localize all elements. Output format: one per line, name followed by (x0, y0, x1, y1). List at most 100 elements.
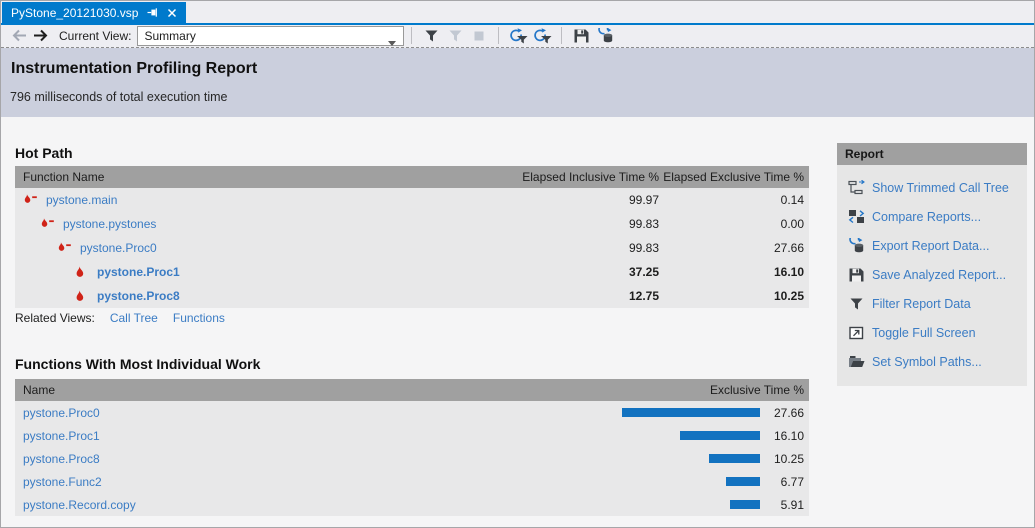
flame-branch-icon (40, 218, 55, 230)
hot-path-table: Function Name Elapsed Inclusive Time % E… (15, 166, 809, 308)
hot-path-row: pystone.Proc8 12.75 10.25 (15, 284, 809, 308)
functions-work-row: pystone.Proc8 10.25 (15, 447, 809, 470)
hot-path-row: pystone.Proc1 37.25 16.10 (15, 260, 809, 284)
document-tab-strip: PyStone_20121030.vsp (1, 1, 1034, 23)
report-panel: Report Show Trimmed Call Tree Compare Re… (837, 143, 1027, 386)
flame-branch-icon (23, 194, 38, 206)
flame-icon (74, 290, 89, 303)
column-name[interactable]: Name (15, 383, 55, 397)
refresh-filter-button[interactable] (530, 26, 554, 46)
report-toolbar: Current View: Summary (1, 25, 1034, 48)
filter-button[interactable] (419, 26, 443, 46)
functions-work-row: pystone.Func2 6.77 (15, 470, 809, 493)
current-view-value: Summary (144, 29, 195, 43)
toolbar-separator (561, 27, 562, 44)
hot-path-row: pystone.Proc0 99.83 27.66 (15, 236, 809, 260)
exclusive-time-value: 27.66 (760, 406, 809, 420)
profiler-document-window: PyStone_20121030.vsp Current View: Summa… (0, 0, 1035, 528)
function-link[interactable]: pystone.pystones (63, 217, 156, 231)
exclusive-time-value: 10.25 (659, 289, 809, 303)
filter-icon (847, 298, 865, 310)
column-elapsed-exclusive[interactable]: Elapsed Exclusive Time % (659, 170, 809, 184)
function-link[interactable]: pystone.Func2 (23, 475, 102, 489)
function-link[interactable]: pystone.Proc0 (23, 406, 100, 420)
trimmed-call-tree-icon (847, 180, 865, 195)
report-panel-title: Report (837, 143, 1027, 165)
report-action-compare-reports[interactable]: Compare Reports... (837, 202, 1027, 231)
functions-work-row: pystone.Record.copy 5.91 (15, 493, 809, 516)
function-link[interactable]: pystone.Record.copy (23, 498, 136, 512)
exclusive-time-value: 10.25 (760, 452, 809, 466)
export-data-button[interactable] (593, 26, 617, 46)
exclusive-time-bar (709, 454, 760, 463)
inclusive-time-value: 99.97 (499, 193, 659, 207)
column-function-name[interactable]: Function Name (15, 170, 499, 184)
hot-path-row: pystone.main 99.97 0.14 (15, 188, 809, 212)
report-panel-items: Show Trimmed Call Tree Compare Reports..… (837, 165, 1027, 386)
report-action-filter-report-data[interactable]: Filter Report Data (837, 289, 1027, 318)
exclusive-time-bar (730, 500, 760, 509)
functions-work-rows: pystone.Proc0 27.66 pystone.Proc1 16.10 … (15, 401, 809, 516)
symbol-paths-icon (847, 355, 865, 369)
function-link[interactable]: pystone.main (46, 193, 117, 207)
exclusive-time-value: 6.77 (760, 475, 809, 489)
inclusive-time-value: 12.75 (499, 289, 659, 303)
inclusive-time-value: 99.83 (499, 241, 659, 255)
hot-path-rows: pystone.main 99.97 0.14 pystone.pystones… (15, 188, 809, 308)
chevron-down-icon (388, 35, 396, 49)
current-view-select[interactable]: Summary (137, 26, 404, 46)
function-link[interactable]: pystone.Proc1 (97, 265, 180, 279)
exclusive-time-bar (726, 477, 760, 486)
save-report-button[interactable] (569, 26, 593, 46)
functions-work-header-row: Name Exclusive Time % (15, 379, 809, 401)
related-view-call-tree-link[interactable]: Call Tree (110, 311, 158, 325)
functions-work-table: Name Exclusive Time % pystone.Proc0 27.6… (15, 379, 809, 516)
column-exclusive-time[interactable]: Exclusive Time % (710, 383, 809, 397)
hot-path-row: pystone.pystones 99.83 0.00 (15, 212, 809, 236)
export-data-icon (847, 238, 865, 254)
column-elapsed-inclusive[interactable]: Elapsed Inclusive Time % (499, 170, 659, 184)
report-title: Instrumentation Profiling Report (11, 60, 257, 78)
report-action-save-analyzed-report[interactable]: Save Analyzed Report... (837, 260, 1027, 289)
back-arrow-icon[interactable] (10, 28, 30, 44)
exclusive-time-value: 5.91 (760, 498, 809, 512)
report-banner: Instrumentation Profiling Report 796 mil… (1, 48, 1034, 117)
related-views: Related Views: Call Tree Functions (15, 311, 225, 325)
flame-icon (74, 266, 89, 279)
exclusive-time-value: 27.66 (659, 241, 809, 255)
report-action-show-trimmed-call-tree[interactable]: Show Trimmed Call Tree (837, 173, 1027, 202)
exclusive-time-bar (680, 431, 761, 440)
reapply-filter-button[interactable] (506, 26, 530, 46)
exclusive-time-value: 16.10 (659, 265, 809, 279)
function-link[interactable]: pystone.Proc8 (97, 289, 180, 303)
tab-title: PyStone_20121030.vsp (11, 6, 138, 20)
close-icon[interactable] (167, 8, 177, 18)
inclusive-time-value: 37.25 (499, 265, 659, 279)
related-view-functions-link[interactable]: Functions (173, 311, 225, 325)
filter-disabled-icon (443, 26, 467, 46)
document-tab[interactable]: PyStone_20121030.vsp (2, 2, 186, 23)
toolbar-separator (411, 27, 412, 44)
stop-disabled-icon (467, 26, 491, 46)
report-action-set-symbol-paths[interactable]: Set Symbol Paths... (837, 347, 1027, 376)
report-action-export-report-data[interactable]: Export Report Data... (837, 231, 1027, 260)
total-execution-time: 796 milliseconds of total execution time (10, 90, 227, 104)
function-link[interactable]: pystone.Proc0 (80, 241, 157, 255)
exclusive-time-value: 0.14 (659, 193, 809, 207)
pin-icon[interactable] (147, 7, 158, 18)
flame-branch-icon (57, 242, 72, 254)
current-view-label: Current View: (59, 29, 131, 43)
hot-path-title: Hot Path (15, 145, 73, 161)
function-link[interactable]: pystone.Proc1 (23, 429, 100, 443)
functions-work-row: pystone.Proc1 16.10 (15, 424, 809, 447)
exclusive-time-value: 0.00 (659, 217, 809, 231)
exclusive-time-value: 16.10 (760, 429, 809, 443)
forward-arrow-icon[interactable] (30, 28, 50, 44)
function-link[interactable]: pystone.Proc8 (23, 452, 100, 466)
inclusive-time-value: 99.83 (499, 217, 659, 231)
functions-work-title: Functions With Most Individual Work (15, 356, 260, 372)
report-action-toggle-full-screen[interactable]: Toggle Full Screen (837, 318, 1027, 347)
compare-reports-icon (847, 209, 865, 224)
functions-work-row: pystone.Proc0 27.66 (15, 401, 809, 424)
save-report-icon (847, 268, 865, 282)
